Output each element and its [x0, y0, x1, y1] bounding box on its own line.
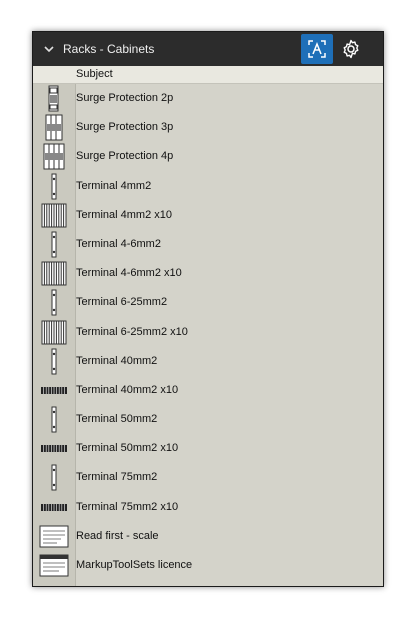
terminal-strip-icon — [35, 435, 73, 462]
list-item[interactable]: Terminal 40mm2 x10 — [33, 376, 383, 405]
panel-title: Racks - Cabinets — [63, 42, 155, 56]
terminal-single-icon — [35, 173, 73, 200]
panel-header: Racks - Cabinets — [33, 32, 383, 66]
licence-document-icon — [35, 552, 73, 579]
list-item-label: Terminal 50mm2 x10 — [76, 442, 179, 455]
list-item[interactable]: Terminal 4-6mm2 — [33, 230, 383, 259]
list-item[interactable]: Terminal 50mm2 x10 — [33, 434, 383, 463]
select-tool-button[interactable] — [301, 34, 333, 64]
list-item-label: Terminal 4mm2 — [76, 179, 152, 192]
list-item-label: Read first - scale — [76, 529, 159, 542]
terminal-strip-icon — [35, 377, 73, 404]
terminal-single-icon — [35, 289, 73, 316]
list-item-label: MarkupToolSets licence — [76, 559, 193, 571]
list-item-label: Terminal 6-25mm2 — [76, 296, 168, 309]
chevron-down-icon[interactable] — [43, 43, 55, 55]
list-item-label: Surge Protection 4p — [76, 150, 174, 163]
terminal-block-icon — [35, 319, 73, 346]
list-item[interactable]: Terminal 6-25mm2 — [33, 288, 383, 317]
tool-panel: Racks - Cabinets Subject Surge Protectio… — [32, 31, 384, 587]
selection-icon — [308, 40, 326, 58]
list-item[interactable]: Surge Protection 4p — [33, 142, 383, 171]
terminal-single-icon — [35, 464, 73, 491]
list-item[interactable]: Read first - scale — [33, 522, 383, 551]
terminal-single-icon — [35, 406, 73, 433]
surge-protection-3p-icon — [35, 114, 73, 141]
list-item[interactable]: Terminal 4mm2 x10 — [33, 201, 383, 230]
list-item[interactable]: Surge Protection 2p — [33, 84, 383, 113]
list-item-label: Surge Protection 2p — [76, 92, 174, 104]
surge-protection-2p-icon — [35, 85, 73, 112]
list-item-label: Terminal 50mm2 — [76, 413, 158, 426]
list-item-label: Terminal 75mm2 — [76, 471, 158, 484]
list-item-label: Terminal 4-6mm2 — [76, 237, 161, 250]
terminal-single-icon — [35, 348, 73, 375]
gear-icon — [343, 39, 359, 59]
list-item[interactable]: Terminal 75mm2 x10 — [33, 493, 383, 522]
list-item[interactable]: Terminal 4mm2 — [33, 172, 383, 201]
column-header-subject: Subject — [76, 68, 113, 80]
list-item-label: Terminal 6-25mm2 x10 — [76, 325, 188, 338]
document-icon — [35, 523, 73, 550]
terminal-block-icon — [35, 260, 73, 287]
list-item-label: Terminal 4mm2 x10 — [76, 208, 172, 221]
list-item-label: Terminal 75mm2 x10 — [76, 500, 179, 513]
terminal-single-icon — [35, 231, 73, 258]
list-item[interactable]: Terminal 40mm2 — [33, 347, 383, 376]
terminal-strip-icon — [35, 494, 73, 521]
column-header[interactable]: Subject — [33, 66, 383, 84]
list-item[interactable]: Terminal 6-25mm2 x10 — [33, 318, 383, 347]
list-item[interactable]: Terminal 4-6mm2 x10 — [33, 259, 383, 288]
list-item[interactable]: Surge Protection 3p — [33, 113, 383, 142]
list-item-label: Terminal 4-6mm2 x10 — [76, 267, 182, 280]
list-item-label: Surge Protection 3p — [76, 121, 174, 134]
panel-body: Subject Surge Protection 2p Surge Protect… — [33, 66, 383, 586]
list-item-label: Terminal 40mm2 — [76, 354, 158, 367]
list-item[interactable]: Terminal 50mm2 — [33, 405, 383, 434]
list-item[interactable]: MarkupToolSets licence — [33, 551, 383, 580]
list-item-label: Terminal 40mm2 x10 — [76, 383, 179, 396]
settings-button[interactable] — [335, 34, 367, 64]
list-item[interactable]: Terminal 75mm2 — [33, 463, 383, 492]
item-list: Surge Protection 2p Surge Protection 3p Su… — [33, 84, 383, 580]
surge-protection-4p-icon — [35, 143, 73, 170]
terminal-block-icon — [35, 202, 73, 229]
